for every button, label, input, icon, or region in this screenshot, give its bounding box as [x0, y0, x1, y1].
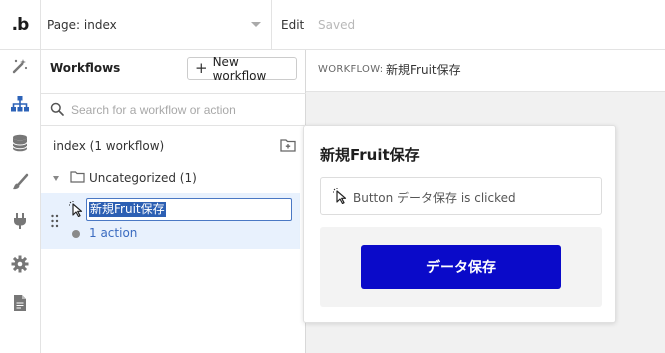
page-selector[interactable]: Page: index — [41, 0, 272, 50]
workflow-panel-header: Workflows + New workflow — [41, 50, 306, 94]
design-icon[interactable] — [8, 54, 32, 78]
cursor-click-icon — [69, 201, 85, 220]
left-icon-rail — [0, 50, 41, 353]
action-dot — [72, 230, 80, 238]
workflow-panel: Workflows + New workflow index (1 workfl… — [41, 50, 306, 353]
card-title[interactable]: 新規Fruit保存 — [320, 144, 420, 165]
logs-icon[interactable] — [8, 291, 32, 315]
folder-row[interactable]: Uncategorized (1) — [41, 166, 306, 188]
settings-icon[interactable] — [8, 252, 32, 276]
new-workflow-button[interactable]: + New workflow — [187, 54, 297, 83]
workflow-icon[interactable] — [8, 92, 32, 116]
canvas-workflow-name: 新規Fruit保存 — [386, 63, 461, 77]
plugins-icon[interactable] — [8, 209, 32, 233]
cursor-click-icon — [333, 188, 349, 207]
drag-handle-icon[interactable] — [51, 214, 59, 231]
caret-down-icon[interactable] — [53, 176, 59, 181]
app-logo[interactable]: .b — [12, 15, 30, 35]
chevron-down-icon — [251, 22, 261, 27]
page-selector-label: Page: index — [47, 18, 117, 32]
save-data-action-button[interactable]: データ保存 — [361, 245, 561, 289]
panel-title: Workflows — [50, 61, 121, 75]
workflow-card[interactable]: 新規Fruit保存 Button データ保存 is clicked データ保存 — [303, 125, 616, 323]
workflow-name-text: 新規Fruit保存 — [89, 202, 166, 217]
top-bar: .b Page: index Edit Saved — [0, 0, 665, 50]
workflow-item[interactable]: 新規Fruit保存 1 action — [41, 193, 300, 249]
search-icon — [50, 102, 64, 119]
search-input[interactable] — [71, 100, 296, 120]
new-workflow-label: New workflow — [212, 54, 267, 83]
action-button-label: データ保存 — [426, 260, 496, 276]
save-status: Saved — [318, 18, 356, 32]
event-trigger[interactable]: Button データ保存 is clicked — [320, 177, 602, 215]
folder-label: Uncategorized (1) — [89, 171, 197, 185]
plus-icon: + — [195, 59, 208, 77]
event-label: Button データ保存 is clicked — [353, 191, 516, 205]
action-count-link[interactable]: 1 action — [89, 226, 137, 240]
data-icon[interactable] — [8, 131, 32, 155]
canvas-header: WORKFLOW: 新規Fruit保存 — [306, 50, 665, 92]
page-group-row[interactable]: index (1 workflow) — [41, 134, 306, 156]
folder-icon — [70, 171, 85, 186]
add-folder-icon[interactable] — [280, 138, 296, 155]
logo-cell[interactable]: .b — [0, 0, 41, 50]
canvas-prefix: WORKFLOW: — [318, 64, 384, 75]
workflow-name-input[interactable]: 新規Fruit保存 — [86, 198, 292, 221]
action-area: データ保存 — [320, 227, 602, 307]
styles-icon[interactable] — [8, 170, 32, 194]
workflow-search — [41, 94, 306, 126]
page-group-label: index (1 workflow) — [53, 139, 165, 153]
edit-menu[interactable]: Edit — [281, 18, 304, 32]
